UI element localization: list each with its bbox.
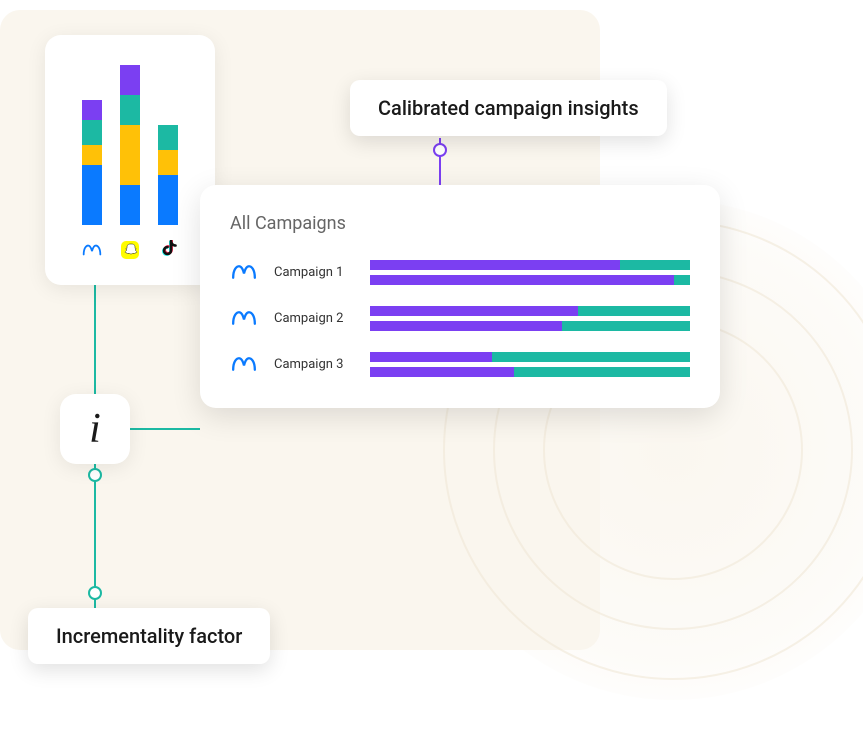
campaign-bars <box>370 306 690 331</box>
hbar <box>370 306 690 316</box>
campaigns-card: All Campaigns Campaign 1 Campaign 2 Campai… <box>200 185 720 408</box>
snapchat-icon <box>120 240 140 260</box>
bar-segment <box>120 65 140 95</box>
stacked-bar <box>120 65 140 225</box>
hbar <box>370 367 690 377</box>
stacked-bar <box>158 125 178 225</box>
meta-icon <box>230 304 258 332</box>
bar-segment <box>158 175 178 225</box>
tiktok-icon <box>158 240 178 260</box>
bar-segment <box>120 185 140 225</box>
campaign-label: Campaign 2 <box>274 311 354 326</box>
campaign-label: Campaign 3 <box>274 357 354 372</box>
hbar <box>370 275 690 285</box>
incrementality-factor-label: Incrementality factor <box>28 608 270 664</box>
platform-stacked-chart-card <box>45 35 215 285</box>
bar-segment <box>82 100 102 120</box>
stacked-bars-area <box>82 55 178 225</box>
bar-segment <box>120 95 140 125</box>
hbar <box>370 321 690 331</box>
campaign-bars <box>370 352 690 377</box>
campaigns-title: All Campaigns <box>230 213 690 234</box>
meta-icon <box>82 240 102 260</box>
campaign-bars <box>370 260 690 285</box>
bar-segment <box>120 125 140 185</box>
campaign-label: Campaign 1 <box>274 265 354 280</box>
i-glyph: i <box>89 405 101 453</box>
meta-icon <box>230 258 258 286</box>
bar-segment <box>82 145 102 165</box>
hbar <box>370 260 690 270</box>
campaign-row: Campaign 3 <box>230 350 690 378</box>
campaign-row: Campaign 2 <box>230 304 690 332</box>
platform-icon-row <box>82 240 178 260</box>
bar-segment <box>158 125 178 150</box>
bar-segment <box>82 120 102 145</box>
bar-segment <box>158 150 178 175</box>
calibrated-insights-label: Calibrated campaign insights <box>350 80 667 136</box>
meta-icon <box>230 350 258 378</box>
stacked-bar <box>82 100 102 225</box>
incrementality-factor-card: i <box>60 394 130 464</box>
campaign-row: Campaign 1 <box>230 258 690 286</box>
hbar <box>370 352 690 362</box>
bar-segment <box>82 165 102 225</box>
